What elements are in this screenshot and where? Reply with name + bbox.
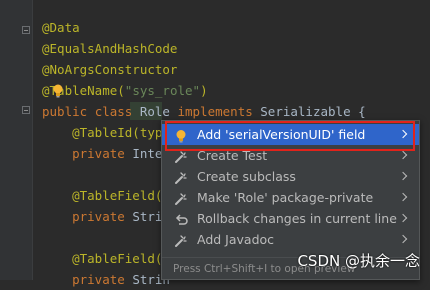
chevron-right-icon[interactable] xyxy=(398,171,408,181)
code-token: @TableField(v xyxy=(42,251,170,266)
code-token: @EqualsAndHashCode xyxy=(42,41,178,56)
code-token: private xyxy=(42,146,133,161)
intention-action-item[interactable]: Create subclass xyxy=(162,166,419,187)
bulb-icon xyxy=(174,128,188,143)
code-line[interactable]: public class Role implements Serializabl… xyxy=(42,102,366,122)
code-line[interactable]: @TableField(v xyxy=(42,249,170,269)
bulb-icon[interactable] xyxy=(52,84,64,98)
code-token: Role xyxy=(139,104,178,119)
code-token: @Data xyxy=(42,20,80,35)
code-line[interactable]: @EqualsAndHashCode xyxy=(42,39,177,59)
chevron-right-icon[interactable] xyxy=(398,129,408,139)
chevron-right-icon[interactable] xyxy=(398,150,408,160)
chevron-right-icon[interactable] xyxy=(398,213,408,223)
intention-action-item[interactable]: Add 'serialVersionUID' field xyxy=(162,124,419,145)
code-token: Serializable { xyxy=(260,104,366,119)
watermark: CSDN @执余一念 xyxy=(297,252,420,270)
intention-action-label: Add 'serialVersionUID' field xyxy=(197,127,366,142)
intention-action-item[interactable]: Rollback changes in current line xyxy=(162,208,419,229)
intention-action-label: Create subclass xyxy=(197,169,296,184)
chevron-right-icon[interactable] xyxy=(398,234,408,244)
intention-action-label: Make 'Role' package-private xyxy=(197,190,374,205)
code-line[interactable]: private Integ xyxy=(42,144,170,164)
code-token: public xyxy=(42,104,95,119)
quickfix-icon xyxy=(174,149,188,163)
intention-action-item[interactable]: Create Test xyxy=(162,145,419,166)
fold-marker[interactable] xyxy=(22,26,30,34)
code-line[interactable]: @TableField(v xyxy=(42,186,170,206)
code-line[interactable]: @TableName("sys_role") xyxy=(42,81,208,101)
code-token: class xyxy=(94,104,140,119)
quickfix-icon xyxy=(174,233,188,247)
intention-action-item[interactable]: Make 'Role' package-private xyxy=(162,187,419,208)
quickfix-icon xyxy=(174,191,188,205)
code-token: @NoArgsConstructor xyxy=(42,62,178,77)
chevron-right-icon[interactable] xyxy=(398,192,408,202)
code-token: @TableField(v xyxy=(42,188,170,203)
intention-action-label: Add Javadoc xyxy=(197,232,275,247)
intention-action-label: Create Test xyxy=(197,148,268,163)
editor-gutter xyxy=(0,0,33,280)
code-token: private xyxy=(42,209,133,224)
fold-marker[interactable] xyxy=(22,106,30,114)
code-line[interactable]: @NoArgsConstructor xyxy=(42,60,177,80)
code-line[interactable]: private Strin xyxy=(42,207,170,227)
code-line[interactable]: private Strin xyxy=(42,270,170,290)
code-token: implements xyxy=(177,104,261,119)
code-token: ) xyxy=(200,83,208,98)
code-token: "sys_role" xyxy=(124,83,201,98)
code-line[interactable]: @TableId(type xyxy=(42,123,170,143)
code-token: @TableId(type xyxy=(42,125,170,140)
intention-action-label: Rollback changes in current line xyxy=(197,211,397,226)
intention-action-item[interactable]: Add Javadoc xyxy=(162,229,419,250)
quickfix-icon xyxy=(174,170,188,184)
code-line[interactable]: @Data xyxy=(42,18,80,38)
rollback-icon xyxy=(174,212,188,226)
